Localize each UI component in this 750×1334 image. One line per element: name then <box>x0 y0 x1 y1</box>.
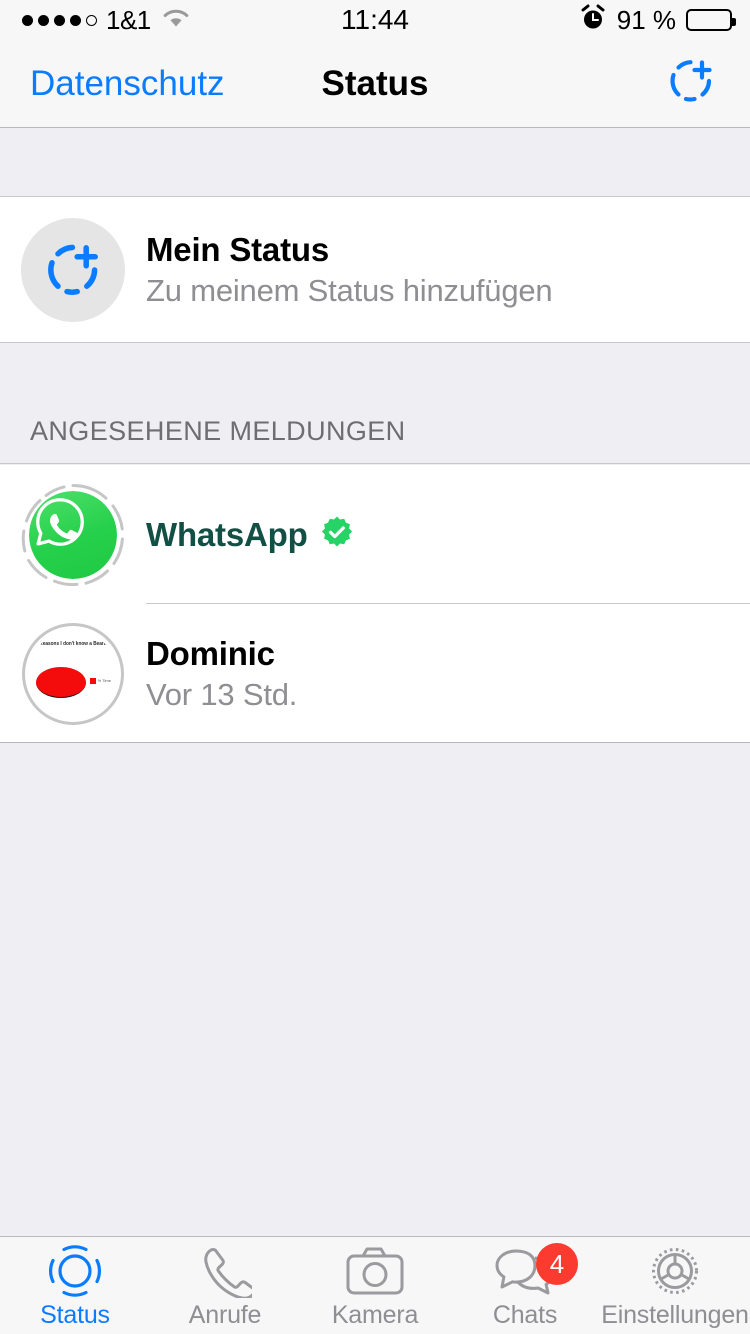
my-status-section: Mein Status Zu meinem Status hinzufügen <box>0 197 750 343</box>
tab-label-einstellungen: Einstellungen <box>601 1301 749 1329</box>
viewed-ring: Reasons I don't know a Beard % Time <box>21 622 125 726</box>
status-item-timestamp: Vor 13 Std. <box>146 676 298 712</box>
dominic-avatar: Reasons I don't know a Beard % Time <box>0 622 146 726</box>
status-item-name: WhatsApp <box>146 515 308 553</box>
empty-area <box>0 744 750 1236</box>
top-spacer <box>0 129 750 197</box>
chat-bubbles-icon: 4 <box>494 1243 578 1295</box>
tab-label-anrufe: Anrufe <box>188 1301 262 1329</box>
whatsapp-logo-icon <box>29 490 117 579</box>
chats-unread-badge: 4 <box>536 1243 578 1285</box>
add-status-button[interactable] <box>660 53 722 115</box>
pie-legend-label: % Time <box>97 678 111 683</box>
tab-anrufe[interactable]: Anrufe <box>150 1237 300 1334</box>
gear-icon <box>648 1247 702 1295</box>
status-bar-right: 91 % <box>579 4 736 37</box>
viewed-updates-list: WhatsApp Reasons I don't know a Beard % … <box>0 465 750 743</box>
battery-percent-label: 91 % <box>616 4 676 35</box>
pie-legend: % Time <box>89 677 111 684</box>
navigation-bar: Datenschutz Status <box>0 40 750 128</box>
my-status-subtitle: Zu meinem Status hinzufügen <box>146 272 553 308</box>
tab-label-status: Status <box>40 1301 110 1329</box>
whatsapp-avatar <box>0 483 146 587</box>
tab-label-kamera: Kamera <box>331 1301 419 1329</box>
tab-einstellungen[interactable]: Einstellungen <box>600 1237 750 1334</box>
my-status-row[interactable]: Mein Status Zu meinem Status hinzufügen <box>0 197 750 342</box>
add-status-avatar-icon <box>21 217 125 322</box>
camera-icon <box>346 1247 404 1295</box>
viewed-section-header-label: ANGESEHENE MELDUNGEN <box>30 416 406 446</box>
my-status-text: Mein Status Zu meinem Status hinzufügen <box>146 230 553 309</box>
phone-icon <box>198 1247 252 1298</box>
whatsapp-status-screen: 1&1 11:44 91 % Datenschutz Status Mein S… <box>0 0 750 1334</box>
battery-icon <box>686 9 736 31</box>
tab-label-chats: Chats <box>492 1301 558 1329</box>
my-status-title: Mein Status <box>146 230 329 268</box>
pie-slice <box>36 666 86 698</box>
pie-chart-thumbnail: Reasons I don't know a Beard % Time <box>29 629 117 718</box>
page-title: Status <box>321 63 429 103</box>
alarm-clock-icon <box>579 4 607 37</box>
status-bar: 1&1 11:44 91 % <box>0 0 750 40</box>
whatsapp-text: WhatsApp <box>146 515 354 554</box>
viewed-ring <box>21 483 125 587</box>
my-status-avatar <box>0 217 146 322</box>
status-list-item-whatsapp[interactable]: WhatsApp <box>0 465 750 604</box>
thumbnail-title: Reasons I don't know a Beard <box>39 640 107 647</box>
add-status-icon <box>661 51 721 116</box>
dominic-text: Dominic Vor 13 Std. <box>146 635 297 713</box>
tab-bar: Status Anrufe Kamera 4 Chats Einstellung… <box>0 1236 750 1334</box>
status-list-item-dominic[interactable]: Reasons I don't know a Beard % Time Domi… <box>0 604 750 743</box>
status-rings-icon <box>47 1245 103 1297</box>
tab-status[interactable]: Status <box>0 1237 150 1334</box>
viewed-section-header: ANGESEHENE MELDUNGEN <box>0 344 750 464</box>
status-item-name: Dominic <box>146 634 275 672</box>
tab-chats[interactable]: 4 Chats <box>450 1237 600 1334</box>
verified-badge-icon <box>320 515 354 554</box>
tab-kamera[interactable]: Kamera <box>300 1237 450 1334</box>
